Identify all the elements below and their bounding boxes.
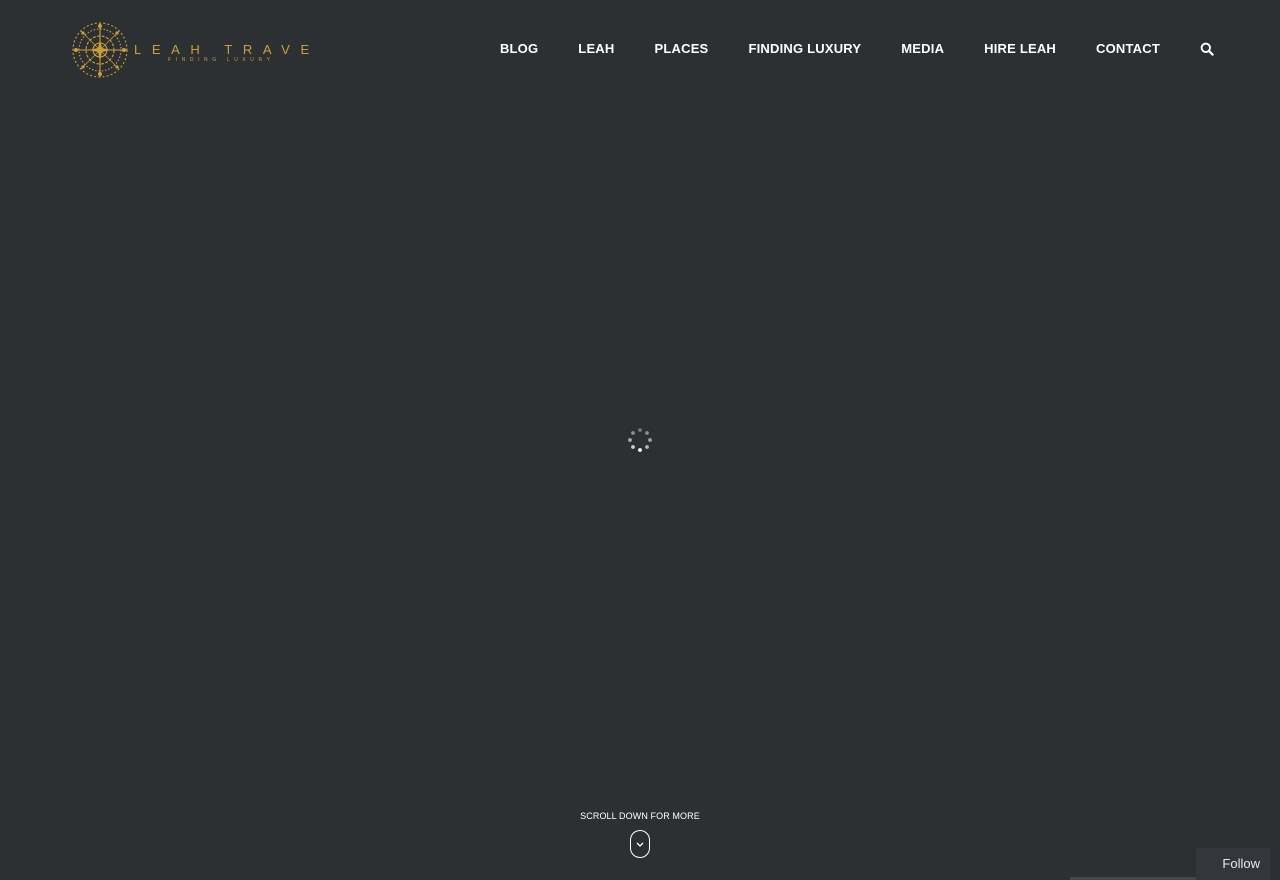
- main-nav: BLOG LEAH PLACES FINDING LUXURY MEDIA HI…: [500, 40, 1214, 58]
- nav-item-finding-luxury[interactable]: FINDING LUXURY: [748, 40, 861, 58]
- follow-button[interactable]: Follow: [1196, 848, 1270, 880]
- search-icon[interactable]: [1200, 42, 1214, 56]
- scroll-hint: SCROLL DOWN FOR MORE: [540, 808, 740, 858]
- nav-item-contact[interactable]: CONTACT: [1096, 40, 1160, 58]
- page: LEAH TRAVELS FINDING LUXURY BLOG LEAH PL…: [0, 0, 1280, 880]
- nav-item-blog[interactable]: BLOG: [500, 40, 538, 58]
- logo-icon: LEAH TRAVELS FINDING LUXURY: [72, 22, 315, 78]
- nav-item-places[interactable]: PLACES: [655, 40, 709, 58]
- scroll-down-button[interactable]: [630, 830, 650, 858]
- scroll-hint-label: SCROLL DOWN FOR MORE: [580, 811, 700, 821]
- logo-tagline: FINDING LUXURY: [168, 57, 275, 63]
- nav-item-leah[interactable]: LEAH: [578, 40, 614, 58]
- nav-item-hire-leah[interactable]: HIRE LEAH: [984, 40, 1056, 58]
- logo-name: LEAH TRAVELS: [134, 42, 315, 57]
- site-header: LEAH TRAVELS FINDING LUXURY BLOG LEAH PL…: [0, 0, 1280, 98]
- nav-item-media[interactable]: MEDIA: [901, 40, 944, 58]
- chevron-down-icon: [636, 842, 644, 847]
- loading-spinner-icon: [628, 428, 652, 452]
